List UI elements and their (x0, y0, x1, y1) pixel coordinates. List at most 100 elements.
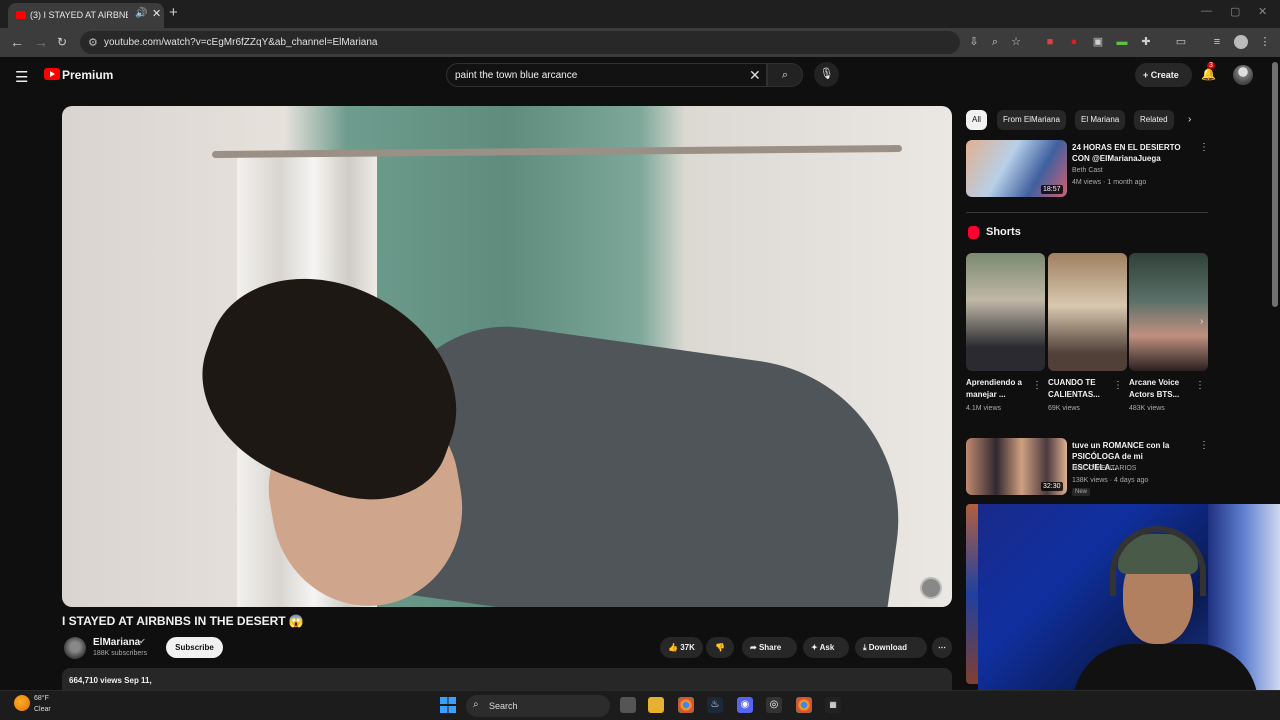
maximize-icon[interactable]: ▢ (1230, 5, 1240, 18)
chrome-icon[interactable] (678, 697, 694, 713)
extension-icon[interactable]: ▣ (1091, 35, 1105, 49)
steam-icon[interactable]: ♨ (707, 697, 723, 713)
channel-name[interactable]: ElMariana (93, 637, 140, 648)
download-button[interactable]: ⤓ Download (855, 637, 927, 658)
plus-icon: + (1143, 70, 1151, 80)
more-options-icon[interactable]: ⋮ (1195, 380, 1205, 391)
youtube-logo-icon[interactable] (44, 68, 60, 80)
sidepanel-icon[interactable]: ▭ (1174, 35, 1188, 49)
app-icon[interactable]: ▦ (825, 697, 841, 713)
short-views: 483K views (1129, 405, 1165, 412)
short-title[interactable]: Aprendiendo a manejar ... (966, 377, 1030, 401)
minimize-icon[interactable]: — (1201, 5, 1212, 17)
site-info-icon[interactable]: ⚙ (88, 36, 98, 49)
create-label: Create (1150, 70, 1179, 80)
clear-search-icon[interactable]: ✕ (749, 67, 761, 84)
recommended-stats: 138K views · 4 days ago (1072, 477, 1149, 484)
more-options-icon[interactable]: ⋮ (1032, 380, 1042, 391)
short-thumbnail[interactable] (966, 253, 1045, 371)
webcam-headphones (1110, 526, 1206, 596)
search-query: paint the town blue arcance (455, 70, 578, 81)
channel-avatar[interactable] (64, 637, 86, 659)
extension-icon[interactable]: ● (1067, 35, 1081, 49)
thumbs-down-icon: 👎 (715, 643, 725, 652)
short-title[interactable]: CUANDO TE CALIENTAS... (1048, 377, 1112, 401)
chip-related[interactable]: Related (1134, 110, 1174, 130)
close-window-icon[interactable]: ✕ (1258, 5, 1267, 18)
extensions-puzzle-icon[interactable]: ✚ (1139, 35, 1153, 49)
windows-start-icon[interactable] (440, 697, 456, 713)
microphone-icon: 🎙 (819, 68, 834, 80)
more-options-icon[interactable]: ⋮ (1113, 380, 1123, 391)
extension-icon[interactable]: ▬ (1115, 35, 1129, 49)
hamburger-menu-icon[interactable]: ☰ (15, 68, 28, 86)
notifications-bell-icon[interactable]: 🔔 (1201, 67, 1216, 81)
recommended-title[interactable]: 24 HORAS EN EL DESIERTO CON @ElMarianaJu… (1072, 142, 1182, 164)
like-button[interactable]: 👍 37K (660, 637, 703, 658)
audio-icon[interactable]: 🔊 (135, 8, 147, 19)
shorts-icon (968, 226, 979, 239)
chrome-icon[interactable] (796, 697, 812, 713)
page-scrollbar[interactable] (1272, 62, 1278, 307)
profile-avatar[interactable] (1234, 35, 1248, 49)
more-options-icon[interactable]: ⋮ (1199, 440, 1209, 451)
brand-label[interactable]: Premium (62, 68, 113, 82)
views-and-date: 664,710 views Sep 11, (69, 676, 152, 685)
new-tab-button[interactable]: + (169, 4, 178, 21)
install-icon[interactable]: ⇩ (967, 35, 981, 49)
forward-icon[interactable]: → (34, 34, 48, 50)
account-avatar[interactable] (1233, 65, 1253, 85)
recommended-channel[interactable]: Beth Cast (1072, 167, 1103, 174)
obs-icon[interactable]: ◎ (766, 697, 782, 713)
short-title[interactable]: Arcane Voice Actors BTS... (1129, 377, 1193, 401)
thumbs-up-icon: 👍 (668, 643, 681, 652)
zoom-icon[interactable]: ⌕ (988, 35, 1002, 49)
microphone-button[interactable]: 🎙 (814, 62, 839, 87)
recommended-channel[interactable]: 5INCO MENTARIOS (1072, 465, 1136, 472)
taskbar-search[interactable]: ⌕ Search (466, 695, 610, 717)
short-thumbnail[interactable] (1048, 253, 1127, 371)
description-box[interactable]: 664,710 views Sep 11, (62, 668, 952, 690)
channel-watermark-icon[interactable] (920, 577, 942, 599)
bookmark-star-icon[interactable]: ☆ (1009, 35, 1023, 49)
recommended-thumbnail[interactable] (966, 504, 978, 684)
create-button[interactable]: + Create (1135, 63, 1192, 87)
chip-channel[interactable]: El Mariana (1075, 110, 1126, 130)
task-view-icon[interactable] (620, 697, 636, 713)
chip-all[interactable]: All (966, 110, 987, 130)
weather-icon[interactable] (14, 695, 30, 711)
youtube-favicon-icon (16, 11, 26, 19)
short-views: 69K views (1048, 405, 1080, 412)
browser-menu-icon[interactable]: ⋮ (1258, 35, 1272, 49)
file-explorer-icon[interactable] (648, 697, 664, 713)
short-thumbnail[interactable] (1129, 253, 1208, 371)
search-icon: ⌕ (473, 699, 479, 710)
ask-button[interactable]: ✦ Ask (803, 637, 849, 658)
taskbar-search-label: Search (489, 701, 518, 711)
close-tab-icon[interactable]: ✕ (152, 7, 161, 20)
chevron-right-icon[interactable]: › (1200, 316, 1203, 327)
video-title: I STAYED AT AIRBNBS IN THE DESERT 😱 (62, 614, 304, 628)
download-label: Download (868, 643, 907, 652)
dislike-button[interactable]: 👎 (706, 637, 734, 658)
weather-temperature[interactable]: 68°F (34, 695, 49, 702)
subscribe-button[interactable]: Subscribe (166, 637, 223, 658)
extension-icon[interactable]: ■ (1043, 35, 1057, 49)
video-player[interactable] (62, 106, 952, 607)
chip-from-channel[interactable]: From ElMariana (997, 110, 1066, 130)
browser-tab[interactable]: (3) I STAYED AT AIRBNBS IN 🔊 ✕ (8, 3, 164, 28)
tab-search-icon[interactable]: ≡ (1210, 35, 1224, 49)
more-options-icon[interactable]: ⋮ (1199, 142, 1209, 153)
weather-condition[interactable]: Clear (34, 706, 51, 713)
share-button[interactable]: ➦ Share (742, 637, 797, 658)
search-input[interactable]: paint the town blue arcance ✕ (446, 63, 767, 87)
reload-icon[interactable]: ↻ (57, 35, 67, 49)
back-icon[interactable]: ← (10, 34, 24, 50)
webcam-overlay (978, 504, 1280, 720)
discord-icon[interactable]: ◉ (737, 697, 753, 713)
url-field[interactable]: ⚙ youtube.com/watch?v=cEgMr6fZZqY&ab_cha… (80, 31, 960, 54)
chevron-right-icon[interactable]: › (1188, 114, 1191, 125)
search-button[interactable]: ⌕ (767, 63, 803, 87)
more-actions-button[interactable]: ⋯ (932, 637, 952, 658)
share-icon: ➦ (750, 643, 759, 652)
